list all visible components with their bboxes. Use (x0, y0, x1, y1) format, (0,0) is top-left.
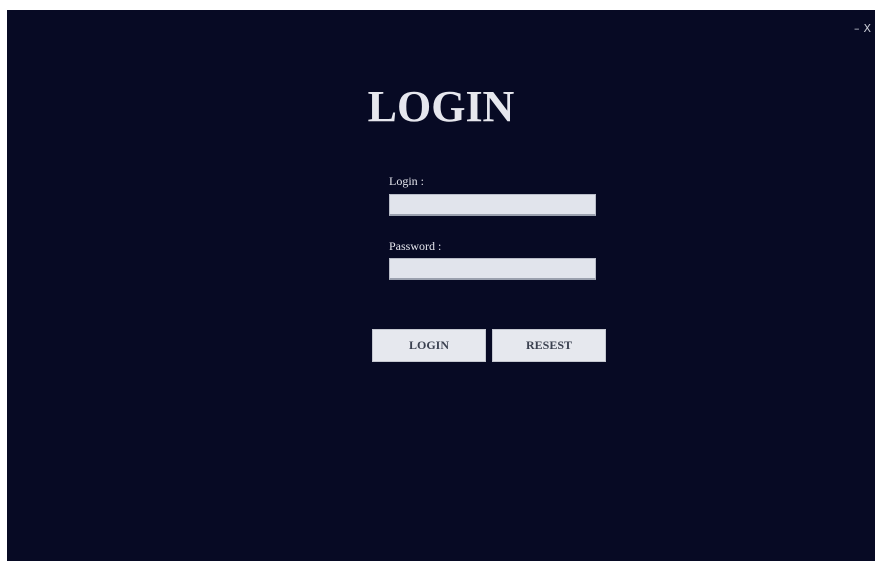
close-icon[interactable]: X (863, 22, 875, 35)
page-title: LOGIN (367, 82, 515, 131)
window-controls: –X (854, 22, 875, 35)
password-label: Password : (389, 239, 442, 253)
login-label: Login : (389, 174, 424, 188)
login-field[interactable] (389, 194, 596, 216)
password-field[interactable] (389, 258, 596, 280)
login-window: –X LOGIN Login : Password : LOGIN RESEST (7, 10, 875, 561)
reset-button[interactable]: RESEST (492, 329, 606, 362)
login-button[interactable]: LOGIN (372, 329, 486, 362)
